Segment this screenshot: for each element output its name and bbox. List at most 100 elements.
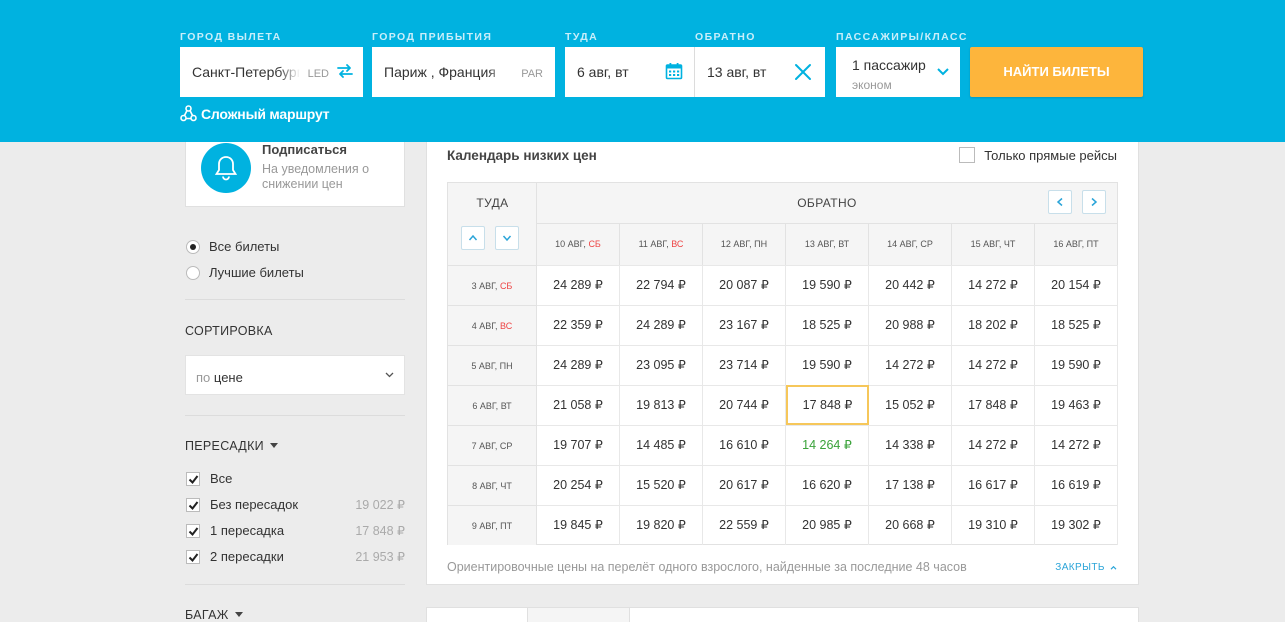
- price-cell[interactable]: 24 289 ₽: [620, 305, 703, 345]
- price-cell[interactable]: 18 202 ₽: [952, 305, 1035, 345]
- radio-all-tickets[interactable]: Все билеты: [186, 239, 279, 254]
- price-cell[interactable]: 14 272 ₽: [1035, 425, 1118, 465]
- checkbox[interactable]: [959, 147, 976, 163]
- price-cell[interactable]: 16 619 ₽: [1035, 465, 1118, 505]
- price-cell[interactable]: 14 272 ₽: [952, 265, 1035, 305]
- find-tickets-button[interactable]: НАЙТИ БИЛЕТЫ: [970, 47, 1143, 97]
- price-cell[interactable]: 24 289 ₽: [537, 345, 620, 385]
- passengers-value[interactable]: 1 пассажир: [852, 57, 926, 73]
- price-cell[interactable]: 20 668 ₽: [869, 505, 952, 545]
- results-tab[interactable]: [527, 608, 630, 622]
- price-cell[interactable]: 19 590 ₽: [1035, 345, 1118, 385]
- price-cell[interactable]: 19 590 ₽: [786, 265, 869, 305]
- price-cell[interactable]: 20 617 ₽: [703, 465, 786, 505]
- price-cell[interactable]: 23 095 ₽: [620, 345, 703, 385]
- sort-select[interactable]: по цене: [185, 355, 405, 395]
- price-cell[interactable]: 20 254 ₽: [537, 465, 620, 505]
- price-cell[interactable]: 19 463 ₽: [1035, 385, 1118, 425]
- return-weekday: СБ: [588, 239, 601, 249]
- price-cell[interactable]: 24 289 ₽: [537, 265, 620, 305]
- close-calendar-label[interactable]: ЗАКРЫТЬ: [1055, 562, 1105, 573]
- destination-iata: PAR: [521, 68, 543, 80]
- checkbox[interactable]: [186, 471, 200, 486]
- chevron-down-icon: [385, 372, 394, 378]
- calendar-icon[interactable]: [665, 62, 683, 80]
- price-cell[interactable]: 20 087 ₽: [703, 265, 786, 305]
- price-cell[interactable]: 22 794 ₽: [620, 265, 703, 305]
- price-cell[interactable]: 23 714 ₽: [703, 345, 786, 385]
- origin-field[interactable]: Санкт-Петербург LED: [180, 47, 363, 97]
- depart-next-button[interactable]: [495, 226, 519, 250]
- price-cell[interactable]: 20 442 ₽: [869, 265, 952, 305]
- price-cell[interactable]: 21 058 ₽: [537, 385, 620, 425]
- stops-option-two[interactable]: 2 пересадки 21 953 ₽: [186, 549, 405, 564]
- price-cell[interactable]: 17 848 ₽: [786, 385, 869, 425]
- price-cell[interactable]: 19 310 ₽: [952, 505, 1035, 545]
- swap-icon[interactable]: [335, 61, 355, 81]
- checkbox[interactable]: [186, 549, 200, 564]
- return-weekday: СР: [920, 239, 933, 249]
- stops-filter-toggle[interactable]: ПЕРЕСАДКИ: [185, 439, 278, 453]
- depart-weekday: ПН: [499, 361, 513, 371]
- depart-prev-button[interactable]: [461, 226, 485, 250]
- close-calendar-link[interactable]: ЗАКРЫТЬ: [1055, 562, 1117, 573]
- return-date-header: 10 АВГ, СБ: [537, 224, 620, 265]
- destination-field[interactable]: Париж , Франция PAR: [372, 47, 555, 97]
- price-cell[interactable]: 17 138 ₽: [869, 465, 952, 505]
- stops-option-one[interactable]: 1 пересадка 17 848 ₽: [186, 523, 405, 538]
- return-next-button[interactable]: [1082, 190, 1106, 214]
- price-cell[interactable]: 22 359 ₽: [537, 305, 620, 345]
- price-cell[interactable]: 15 520 ₽: [620, 465, 703, 505]
- price-cell[interactable]: 16 617 ₽: [952, 465, 1035, 505]
- chevron-down-icon[interactable]: [936, 67, 950, 77]
- price-cell[interactable]: 15 052 ₽: [869, 385, 952, 425]
- price-cell[interactable]: 14 264 ₽: [786, 425, 869, 465]
- subscribe-card[interactable]: Подписаться На уведомления о снижении це…: [185, 142, 405, 207]
- price-cell[interactable]: 19 302 ₽: [1035, 505, 1118, 545]
- price-cell[interactable]: 18 525 ₽: [1035, 305, 1118, 345]
- depart-date-value[interactable]: 6 авг, вт: [577, 64, 629, 80]
- price-cell[interactable]: 20 988 ₽: [869, 305, 952, 345]
- price-cell[interactable]: 20 744 ₽: [703, 385, 786, 425]
- price-cell[interactable]: 14 485 ₽: [620, 425, 703, 465]
- price-cell[interactable]: 23 167 ₽: [703, 305, 786, 345]
- return-date: 15 АВГ,: [970, 239, 1004, 249]
- checkbox[interactable]: [186, 523, 200, 538]
- stops-option-label: 2 пересадки: [210, 549, 284, 564]
- complex-route-label[interactable]: Сложный маршрут: [201, 106, 330, 122]
- price-cell[interactable]: 19 707 ₽: [537, 425, 620, 465]
- price-cell[interactable]: 19 820 ₽: [620, 505, 703, 545]
- stops-option-direct[interactable]: Без пересадок 19 022 ₽: [186, 497, 405, 512]
- price-cell[interactable]: 19 813 ₽: [620, 385, 703, 425]
- price-cell[interactable]: 22 559 ₽: [703, 505, 786, 545]
- price-cell[interactable]: 20 154 ₽: [1035, 265, 1118, 305]
- stops-option-all[interactable]: Все: [186, 471, 405, 486]
- radio-button[interactable]: [186, 265, 200, 280]
- price-cell[interactable]: 18 525 ₽: [786, 305, 869, 345]
- price-cell[interactable]: 20 985 ₽: [786, 505, 869, 545]
- price-cell[interactable]: 19 845 ₽: [537, 505, 620, 545]
- passengers-field[interactable]: 1 пассажир эконом: [836, 47, 960, 97]
- radio-best-tickets[interactable]: Лучшие билеты: [186, 265, 304, 280]
- baggage-filter-toggle[interactable]: БАГАЖ: [185, 608, 243, 622]
- price-cell[interactable]: 14 338 ₽: [869, 425, 952, 465]
- price-cell[interactable]: 14 272 ₽: [952, 345, 1035, 385]
- return-date-value[interactable]: 13 авг, вт: [707, 64, 771, 80]
- return-date-field[interactable]: 13 авг, вт: [695, 47, 825, 97]
- radio-button[interactable]: [186, 239, 200, 254]
- price-cell[interactable]: 16 620 ₽: [786, 465, 869, 505]
- checkbox[interactable]: [186, 497, 200, 512]
- price-cell[interactable]: 17 848 ₽: [952, 385, 1035, 425]
- return-prev-button[interactable]: [1048, 190, 1072, 214]
- divider: [185, 415, 405, 416]
- clear-icon[interactable]: [793, 62, 813, 82]
- price-cell[interactable]: 14 272 ₽: [952, 425, 1035, 465]
- direct-only-toggle[interactable]: Только прямые рейсы: [959, 147, 1117, 163]
- price-cell[interactable]: 14 272 ₽: [869, 345, 952, 385]
- depart-date-field[interactable]: 6 авг, вт: [565, 47, 695, 97]
- complex-route-link[interactable]: Сложный маршрут: [180, 105, 330, 122]
- subscribe-title[interactable]: Подписаться: [262, 142, 347, 157]
- price-cell[interactable]: 16 610 ₽: [703, 425, 786, 465]
- price-cell[interactable]: 19 590 ₽: [786, 345, 869, 385]
- depart-header-cell: ТУДА: [448, 183, 537, 265]
